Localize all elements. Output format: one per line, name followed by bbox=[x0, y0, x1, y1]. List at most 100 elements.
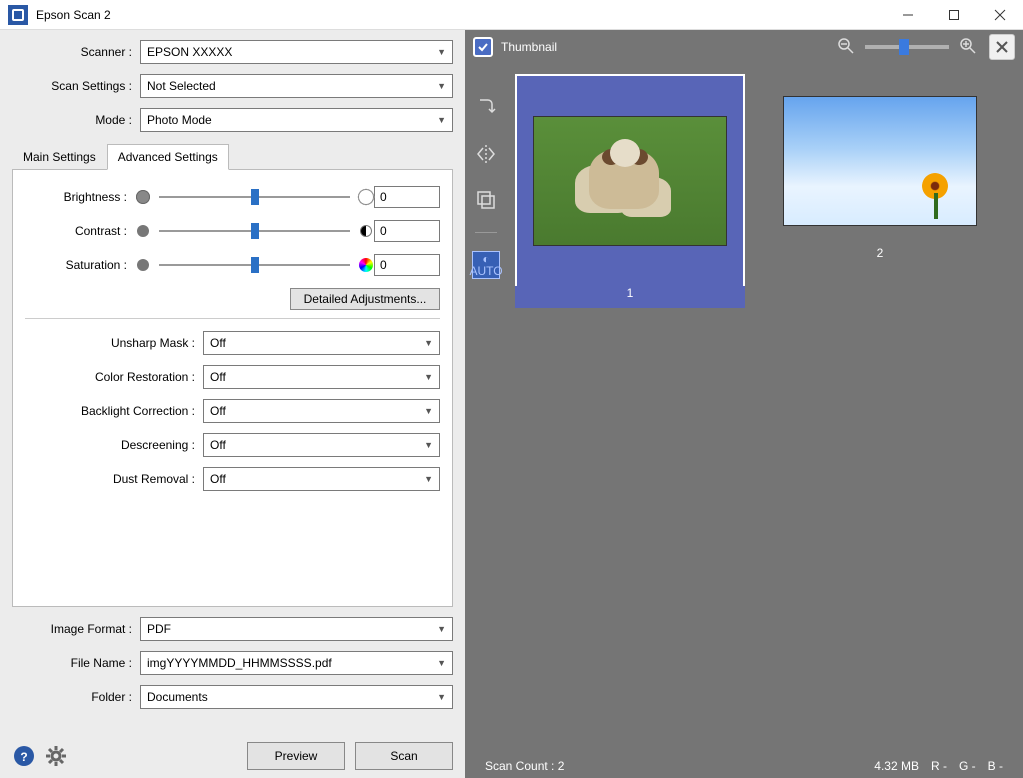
help-button[interactable]: ? bbox=[12, 744, 36, 768]
maximize-button[interactable] bbox=[931, 0, 977, 30]
chevron-down-icon: ▼ bbox=[437, 115, 446, 125]
zoom-slider[interactable] bbox=[865, 45, 949, 49]
window-title: Epson Scan 2 bbox=[36, 8, 885, 22]
scanner-select[interactable]: EPSON XXXXX ▼ bbox=[140, 40, 453, 64]
contrast-input[interactable] bbox=[374, 220, 440, 242]
chevron-down-icon: ▼ bbox=[437, 658, 446, 668]
mode-label: Mode : bbox=[12, 113, 140, 127]
settings-button[interactable] bbox=[44, 744, 68, 768]
tab-body: Brightness : Contrast : Saturation : bbox=[12, 169, 453, 607]
contrast-label: Contrast : bbox=[25, 224, 135, 238]
scan-settings-label: Scan Settings : bbox=[12, 79, 140, 93]
chevron-down-icon: ▼ bbox=[424, 372, 433, 382]
folder-value: Documents bbox=[147, 690, 208, 704]
saturation-low-icon bbox=[135, 257, 151, 273]
chevron-down-icon: ▼ bbox=[424, 474, 433, 484]
tab-main-settings[interactable]: Main Settings bbox=[12, 144, 107, 170]
chevron-down-icon: ▼ bbox=[437, 47, 446, 57]
divider bbox=[25, 318, 440, 319]
scanner-label: Scanner : bbox=[12, 45, 140, 59]
brightness-input[interactable] bbox=[374, 186, 440, 208]
thumbnail-image-1 bbox=[533, 116, 727, 246]
scanner-value: EPSON XXXXX bbox=[147, 45, 232, 59]
scan-settings-value: Not Selected bbox=[147, 79, 216, 93]
descreening-value: Off bbox=[210, 438, 226, 452]
select-all-icon[interactable] bbox=[472, 186, 500, 214]
dust-removal-label: Dust Removal : bbox=[25, 472, 203, 486]
auto-adjust-icon[interactable]: ◐AUTO bbox=[472, 251, 500, 279]
unsharp-mask-value: Off bbox=[210, 336, 226, 350]
chevron-down-icon: ▼ bbox=[437, 692, 446, 702]
status-r: R - bbox=[931, 759, 947, 773]
thumbnail-label-1: 1 bbox=[515, 286, 745, 308]
chevron-down-icon: ▼ bbox=[424, 440, 433, 450]
chevron-down-icon: ▼ bbox=[424, 406, 433, 416]
settings-panel: Scanner : EPSON XXXXX ▼ Scan Settings : N… bbox=[0, 30, 465, 778]
tab-advanced-settings[interactable]: Advanced Settings bbox=[107, 144, 229, 170]
mode-select[interactable]: Photo Mode ▼ bbox=[140, 108, 453, 132]
saturation-label: Saturation : bbox=[25, 258, 135, 272]
color-restoration-select[interactable]: Off ▼ bbox=[203, 365, 440, 389]
dust-removal-select[interactable]: Off ▼ bbox=[203, 467, 440, 491]
chevron-down-icon: ▼ bbox=[437, 81, 446, 91]
thumbnail-2[interactable]: 2 bbox=[765, 76, 995, 268]
image-format-select[interactable]: PDF▼ bbox=[140, 617, 453, 641]
brightness-low-icon bbox=[135, 189, 151, 205]
zoom-in-icon[interactable] bbox=[959, 37, 977, 58]
mirror-icon[interactable] bbox=[472, 140, 500, 168]
chevron-down-icon: ▼ bbox=[424, 338, 433, 348]
folder-label: Folder : bbox=[12, 690, 140, 704]
preview-button[interactable]: Preview bbox=[247, 742, 345, 770]
status-g: G - bbox=[959, 759, 976, 773]
unsharp-mask-select[interactable]: Off ▼ bbox=[203, 331, 440, 355]
status-size: 4.32 MB bbox=[874, 759, 919, 773]
thumbnail-label: Thumbnail bbox=[501, 40, 557, 54]
saturation-high-icon bbox=[358, 257, 374, 273]
window-controls bbox=[885, 0, 1023, 30]
close-button[interactable] bbox=[977, 0, 1023, 30]
color-restoration-label: Color Restoration : bbox=[25, 370, 203, 384]
color-restoration-value: Off bbox=[210, 370, 226, 384]
saturation-slider[interactable] bbox=[159, 257, 350, 273]
contrast-high-icon bbox=[358, 223, 374, 239]
descreening-select[interactable]: Off ▼ bbox=[203, 433, 440, 457]
descreening-label: Descreening : bbox=[25, 438, 203, 452]
thumbnail-label-2: 2 bbox=[877, 246, 884, 268]
divider bbox=[475, 232, 497, 233]
mode-value: Photo Mode bbox=[147, 113, 212, 127]
contrast-low-icon bbox=[135, 223, 151, 239]
chevron-down-icon: ▼ bbox=[437, 624, 446, 634]
thumbnail-checkbox[interactable] bbox=[473, 37, 493, 57]
saturation-input[interactable] bbox=[374, 254, 440, 276]
minimize-button[interactable] bbox=[885, 0, 931, 30]
thumbnail-image-2 bbox=[783, 96, 977, 226]
thumbnails-area: 1 2 bbox=[507, 64, 1023, 754]
dust-removal-value: Off bbox=[210, 472, 226, 486]
folder-select[interactable]: Documents ▼ bbox=[140, 685, 453, 709]
backlight-correction-value: Off bbox=[210, 404, 226, 418]
svg-text:?: ? bbox=[20, 750, 27, 764]
close-preview-button[interactable] bbox=[989, 34, 1015, 60]
brightness-high-icon bbox=[358, 189, 374, 205]
contrast-slider[interactable] bbox=[159, 223, 350, 239]
file-name-select[interactable]: imgYYYYMMDD_HHMMSSSS.pdf▼ bbox=[140, 651, 453, 675]
brightness-label: Brightness : bbox=[25, 190, 135, 204]
backlight-correction-select[interactable]: Off ▼ bbox=[203, 399, 440, 423]
detailed-adjustments-button[interactable]: Detailed Adjustments... bbox=[290, 288, 440, 310]
status-b: B - bbox=[988, 759, 1003, 773]
rotate-icon[interactable] bbox=[472, 94, 500, 122]
preview-side-tools: ◐AUTO bbox=[465, 64, 507, 754]
backlight-correction-label: Backlight Correction : bbox=[25, 404, 203, 418]
scan-settings-select[interactable]: Not Selected ▼ bbox=[140, 74, 453, 98]
zoom-out-icon[interactable] bbox=[837, 37, 855, 58]
scan-button[interactable]: Scan bbox=[355, 742, 453, 770]
tabs: Main Settings Advanced Settings bbox=[12, 144, 453, 170]
titlebar: Epson Scan 2 bbox=[0, 0, 1023, 30]
thumbnail-1[interactable]: 1 bbox=[515, 76, 745, 308]
brightness-slider[interactable] bbox=[159, 189, 350, 205]
file-name-label: File Name : bbox=[12, 656, 140, 670]
preview-panel: Thumbnail ◐AUTO 1 2 bbox=[465, 30, 1023, 778]
status-bar: Scan Count : 2 4.32 MB R - G - B - bbox=[465, 754, 1023, 778]
image-format-label: Image Format : bbox=[12, 622, 140, 636]
scan-count: Scan Count : 2 bbox=[485, 759, 564, 773]
